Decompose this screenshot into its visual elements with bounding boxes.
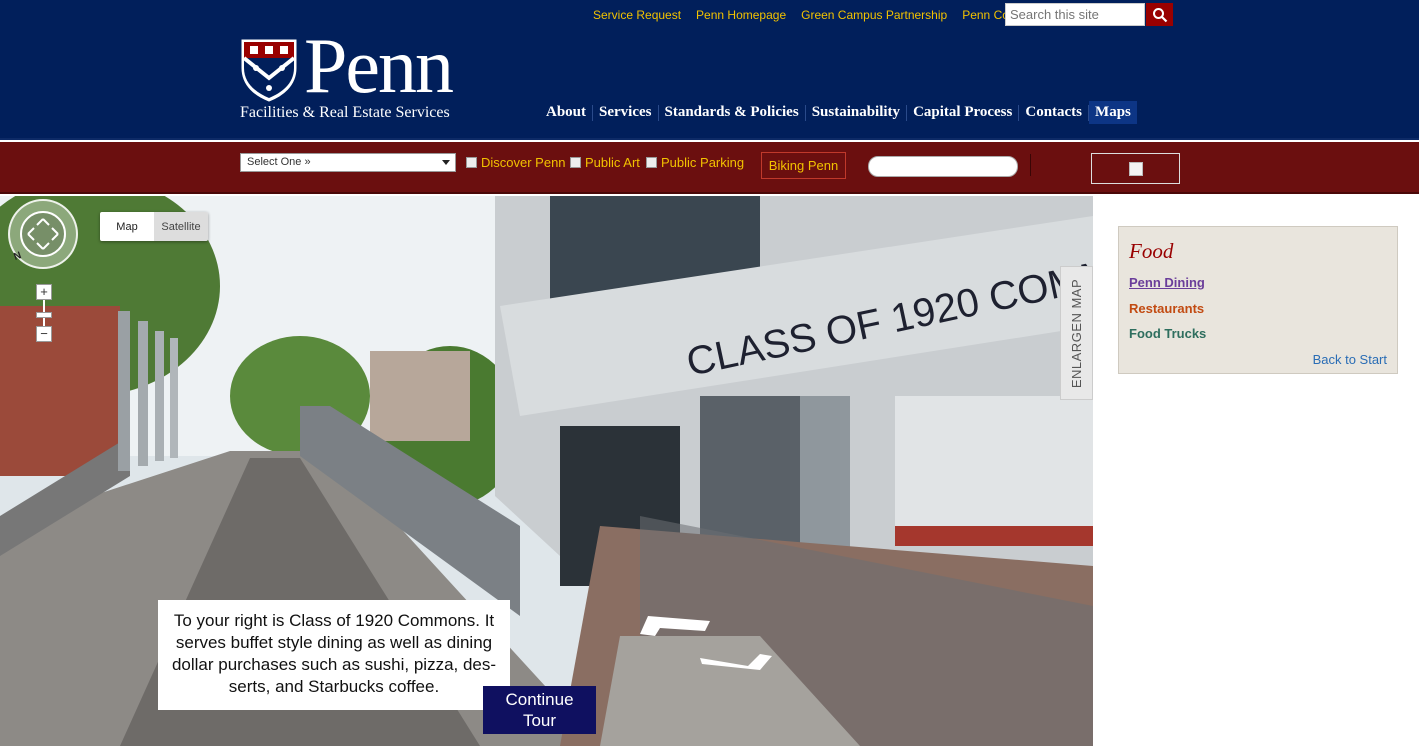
continue-tour-label-line2: Tour xyxy=(522,711,557,730)
pan-arrows-icon xyxy=(27,218,59,250)
checkbox-box[interactable] xyxy=(646,157,657,168)
discover-penn-checkbox[interactable]: Discover Penn xyxy=(466,155,566,170)
image-button[interactable] xyxy=(1091,153,1180,184)
zoom-in-button[interactable]: + xyxy=(36,284,52,300)
map-type-toggle: Map Satellite xyxy=(100,212,208,241)
green-campus-link[interactable]: Green Campus Partnership xyxy=(801,8,947,22)
food-panel-title: Food xyxy=(1129,239,1174,263)
back-to-start-link[interactable]: Back to Start xyxy=(1313,352,1387,367)
tour-caption: To your right is Class of 1920 Commons. … xyxy=(158,600,510,710)
category-select[interactable]: Select One » xyxy=(240,153,456,172)
checkbox-box[interactable] xyxy=(570,157,581,168)
food-trucks-link[interactable]: Food Trucks xyxy=(1129,326,1206,341)
search-button[interactable] xyxy=(1146,3,1173,26)
main-navigation: About Services Standards & Policies Sust… xyxy=(540,101,1137,124)
checkbox-label: Discover Penn xyxy=(481,155,566,170)
penn-shield-icon xyxy=(241,39,297,102)
enlarge-map-button[interactable]: ENLARGEN MAP xyxy=(1060,266,1093,400)
logo-subtitle: Facilities & Real Estate Services xyxy=(240,104,450,121)
enlarge-map-label: ENLARGEN MAP xyxy=(1069,278,1084,388)
continue-tour-button[interactable]: Continue Tour xyxy=(483,686,596,734)
broken-image-icon xyxy=(1128,161,1143,176)
public-parking-checkbox[interactable]: Public Parking xyxy=(646,155,744,170)
compass-ring[interactable] xyxy=(20,211,66,257)
nav-contacts[interactable]: Contacts xyxy=(1019,101,1088,124)
nav-services[interactable]: Services xyxy=(593,101,657,124)
map-type-map-button[interactable]: Map xyxy=(100,212,154,241)
nav-about[interactable]: About xyxy=(540,101,592,124)
toolbar-divider xyxy=(1030,154,1031,176)
zoom-slider-handle[interactable] xyxy=(36,312,52,318)
map-search-input[interactable] xyxy=(868,156,1018,177)
street-view-panel[interactable]: CLASS OF 1920 COMMONS N Map Satellite + … xyxy=(0,196,1093,746)
biking-penn-button[interactable]: Biking Penn xyxy=(761,152,846,179)
continue-tour-label-line1: Continue xyxy=(505,690,574,709)
nav-maps[interactable]: Maps xyxy=(1089,101,1137,124)
checkbox-box[interactable] xyxy=(466,157,477,168)
utility-links: Service Request Penn Homepage Green Camp… xyxy=(593,8,1044,22)
search-icon xyxy=(1152,7,1167,22)
map-type-satellite-button[interactable]: Satellite xyxy=(154,212,208,241)
checkbox-label: Public Parking xyxy=(661,155,745,170)
restaurants-link[interactable]: Restaurants xyxy=(1129,301,1204,316)
penn-dining-link[interactable]: Penn Dining xyxy=(1129,275,1205,290)
nav-standards-policies[interactable]: Standards & Policies xyxy=(659,101,805,124)
pan-control[interactable]: N xyxy=(8,199,78,269)
category-select-value: Select One » xyxy=(247,156,311,168)
penn-homepage-link[interactable]: Penn Homepage xyxy=(696,8,786,22)
chevron-down-icon xyxy=(442,160,450,165)
public-art-checkbox[interactable]: Public Art xyxy=(570,155,640,170)
checkbox-label: Public Art xyxy=(585,155,640,170)
map-toolbar: Select One » Discover Penn Public Art Pu… xyxy=(0,142,1419,194)
food-panel: Food Penn Dining Restaurants Food Trucks… xyxy=(1118,226,1398,374)
site-search-input[interactable] xyxy=(1005,3,1145,26)
sidebar: Food Penn Dining Restaurants Food Trucks… xyxy=(1093,196,1419,746)
zoom-out-button[interactable]: − xyxy=(36,326,52,342)
zoom-control: + − xyxy=(36,284,52,342)
logo-wordmark: Penn xyxy=(304,22,454,109)
nav-sustainability[interactable]: Sustainability xyxy=(806,101,906,124)
nav-capital-process[interactable]: Capital Process xyxy=(907,101,1018,124)
service-request-link[interactable]: Service Request xyxy=(593,8,681,22)
site-header: Service Request Penn Homepage Green Camp… xyxy=(0,0,1419,140)
